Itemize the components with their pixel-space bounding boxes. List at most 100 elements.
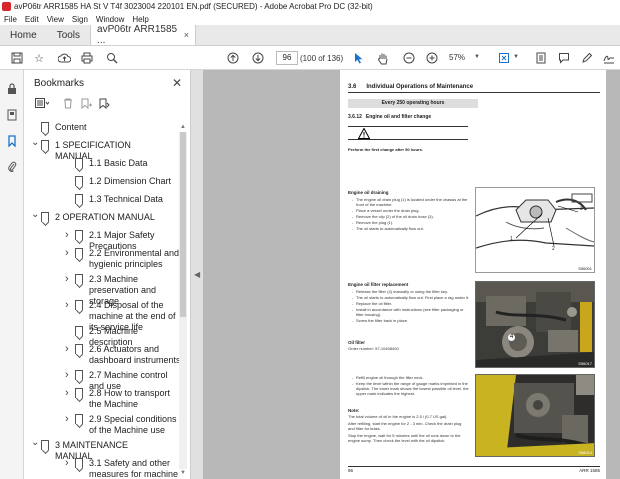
chevron-right-icon[interactable]: ›	[65, 458, 73, 469]
close-panel-icon[interactable]: ✕	[172, 76, 182, 90]
zoom-dropdown-icon[interactable]: ▼	[474, 54, 480, 60]
bookmark-icon	[75, 248, 83, 258]
bookmark-item[interactable]: › 2.8 How to transport the Machine	[65, 388, 180, 410]
fit-page-icon[interactable]	[497, 51, 511, 65]
footer-page-number: 96	[348, 468, 354, 473]
bookmark-item[interactable]: ⌄ 2 OPERATION MANUAL	[31, 210, 167, 223]
tab-home[interactable]: Home	[0, 25, 47, 45]
zoom-out-icon[interactable]	[402, 51, 416, 65]
scrollbar-thumb[interactable]	[180, 132, 186, 317]
chevron-right-icon[interactable]: ›	[65, 414, 73, 425]
bookmark-item[interactable]: › 2.9 Special conditions of the Machine u…	[65, 414, 180, 436]
bookmark-label: 2.8 How to transport the Machine	[89, 388, 171, 409]
note-line: After refilling, start the engine for 2 …	[348, 421, 462, 431]
bookmarks-list: Content ⌄ 1 SPECIFICATION MANUAL 1.1 Basic …	[25, 122, 180, 479]
new-bookmark-icon[interactable]	[81, 98, 92, 112]
filler-neck-photo: S56014	[475, 374, 595, 457]
menu-view[interactable]: View	[47, 15, 64, 24]
bookmarks-toolbar	[33, 98, 183, 114]
lock-icon[interactable]	[5, 82, 19, 96]
previous-page-icon[interactable]	[226, 51, 240, 65]
chevron-right-icon[interactable]: ›	[65, 370, 73, 381]
list-item: Refill engine oil through the filler nec…	[352, 375, 470, 380]
note-line: The total volume of oil in the engine is…	[348, 414, 448, 419]
zoom-in-icon[interactable]	[425, 51, 439, 65]
bookmark-options-icon[interactable]	[35, 98, 50, 112]
bookmark-item[interactable]: 1.3 Technical Data	[65, 194, 180, 205]
menu-edit[interactable]: Edit	[25, 15, 39, 24]
page-footer: 96 ARR 1585	[348, 466, 600, 473]
main-toolbar: ☆ 96 (100 of 136) 57% ▼ ▼	[0, 46, 620, 70]
bookmarks-scrollbar[interactable]	[179, 132, 187, 469]
cloud-upload-icon[interactable]	[57, 51, 71, 65]
page-number-input[interactable]: 96	[276, 51, 298, 65]
panel-splitter[interactable]: ◀	[190, 70, 203, 479]
bookmark-item[interactable]: Content	[31, 122, 167, 133]
next-page-icon[interactable]	[251, 51, 265, 65]
chevron-right-icon[interactable]: ›	[65, 388, 73, 399]
callout-3: 3	[580, 206, 583, 212]
fit-dropdown-icon[interactable]: ▼	[513, 54, 519, 60]
bookmark-icon	[75, 300, 83, 310]
bookmark-label: 3.1 Safety and other measures for machin…	[89, 458, 179, 479]
chevron-down-icon[interactable]: ⌄	[31, 138, 39, 148]
filter-bullets: Release the filter (4) manually or using…	[352, 289, 470, 324]
tab-document[interactable]: avP06tr ARR1585 ... ×	[90, 24, 197, 46]
chevron-right-icon[interactable]: ›	[65, 344, 73, 355]
note-line: Stop the engine, wait for 5 minutes unti…	[348, 433, 461, 443]
chevron-down-icon[interactable]: ⌄	[31, 438, 39, 448]
bookmark-item[interactable]: › 2.6 Actuators and dashboard instruments	[65, 344, 180, 366]
print-icon[interactable]	[80, 51, 94, 65]
search-icon[interactable]	[105, 51, 119, 65]
bookmark-item[interactable]: 1.2 Dimension Chart	[65, 176, 180, 187]
refill-bullets: Refill engine oil through the filler nec…	[352, 375, 470, 397]
chevron-right-icon[interactable]: ›	[65, 248, 73, 259]
menu-sign[interactable]: Sign	[72, 15, 88, 24]
list-item: The engine oil drain plug (1) is located…	[352, 197, 470, 207]
hand-tool-icon[interactable]	[376, 51, 390, 65]
menu-bar: File Edit View Sign Window Help	[0, 13, 620, 25]
bookmark-label: 2 OPERATION MANUAL	[55, 212, 155, 222]
highlight-pen-icon[interactable]	[580, 51, 594, 65]
note-body: The total volume of oil in the engine is…	[348, 414, 468, 443]
tab-tools[interactable]: Tools	[47, 25, 90, 45]
scroll-up-arrow-icon[interactable]: ▲	[180, 124, 186, 130]
footer-model: ARR 1585	[579, 468, 600, 473]
menu-file[interactable]: File	[4, 15, 17, 24]
chevron-right-icon[interactable]: ›	[65, 274, 73, 285]
attachments-paperclip-icon[interactable]	[5, 160, 19, 174]
page-thumbnails-icon[interactable]	[5, 108, 19, 122]
scroll-down-arrow-icon[interactable]: ▼	[180, 470, 186, 476]
bookmark-label: 1.2 Dimension Chart	[89, 176, 172, 186]
bookmark-label: Content	[55, 122, 87, 132]
chevron-down-icon[interactable]: ⌄	[31, 210, 39, 220]
bookmarks-panel-icon[interactable]	[5, 134, 19, 148]
collapse-panel-arrow-icon[interactable]: ◀	[194, 270, 200, 279]
sign-icon[interactable]	[602, 51, 616, 65]
note-title: Note:	[348, 408, 360, 413]
bookmark-star-icon[interactable]: ☆	[32, 51, 46, 65]
oil-filter-photo: 4 S56017	[475, 281, 595, 368]
acrobat-app-icon	[2, 2, 11, 11]
scroll-mode-icon[interactable]	[534, 51, 548, 65]
chevron-right-icon[interactable]: ›	[65, 230, 73, 241]
bookmark-icon	[41, 140, 49, 150]
bookmark-icon	[75, 176, 83, 186]
menu-help[interactable]: Help	[132, 15, 148, 24]
bookmark-item[interactable]: › 2.2 Environmental and hygienic principl…	[65, 248, 180, 270]
document-viewer[interactable]: 3.6 Individual Operations of Maintenance …	[203, 70, 620, 479]
bookmark-label: 2.6 Actuators and dashboard instruments	[89, 344, 180, 365]
delete-bookmark-icon[interactable]	[63, 98, 73, 112]
menu-window[interactable]: Window	[96, 15, 124, 24]
chevron-right-icon[interactable]: ›	[65, 300, 73, 311]
filter-title: Engine oil filter replacement	[348, 282, 409, 287]
close-tab-icon[interactable]: ×	[184, 30, 189, 40]
bookmark-item[interactable]: › 3.1 Safety and other measures for machi…	[65, 458, 180, 479]
expand-bookmark-icon[interactable]	[99, 98, 110, 112]
list-item: Screw the filter back in place.	[352, 318, 470, 323]
bookmark-item[interactable]: 1.1 Basic Data	[65, 158, 180, 169]
bookmark-label: 1.3 Technical Data	[89, 194, 163, 204]
save-icon[interactable]	[10, 51, 24, 65]
select-cursor-icon[interactable]	[352, 51, 366, 65]
comment-icon[interactable]	[557, 51, 571, 65]
